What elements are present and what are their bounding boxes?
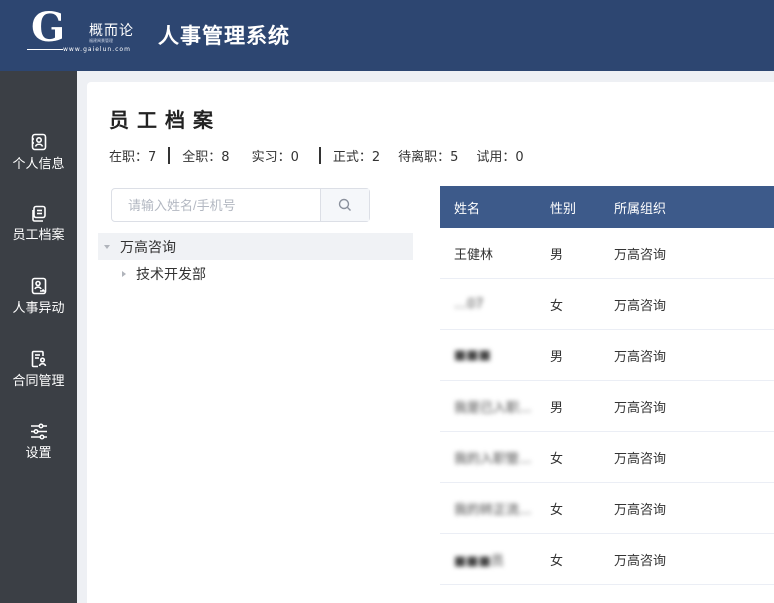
column-header-name[interactable]: 姓名	[440, 198, 550, 217]
logo-letter: G	[31, 4, 65, 51]
table-row[interactable]: 我是已入职... 男 万高咨询	[440, 381, 774, 432]
employee-organization: 万高咨询	[614, 502, 667, 518]
caret-down-icon[interactable]	[98, 242, 118, 252]
table-row[interactable]: ■■■员 女 万高咨询	[440, 534, 774, 585]
table-header: 姓名 性别 所属组织	[440, 186, 774, 228]
employee-organization: 万高咨询	[614, 451, 667, 467]
employee-name[interactable]: ■■■	[440, 348, 550, 363]
employee-name[interactable]: 王健林	[440, 244, 550, 263]
column-header-organization[interactable]: 所属组织	[614, 198, 774, 217]
employee-name[interactable]: ■■■员	[440, 550, 550, 569]
page-title: 员工档案	[109, 108, 221, 132]
search-icon	[338, 198, 352, 211]
table-row[interactable]: 王健林 男 万高咨询	[440, 228, 774, 279]
employee-gender: 女	[550, 502, 564, 518]
employee-organization: 万高咨询	[614, 400, 667, 416]
stat-regular[interactable]: 正式：2	[333, 146, 380, 165]
employee-table: 姓名 性别 所属组织 王健林 男 万高咨询 …07 女 万高咨询 ■■■ 男 万…	[440, 186, 774, 585]
search-input[interactable]	[112, 189, 321, 221]
logo-slogan: 福建闽景管理	[89, 38, 113, 43]
file-stack-icon	[31, 205, 46, 222]
sidebar-item-contract-management[interactable]: 合同管理	[0, 350, 77, 410]
company-logo[interactable]: G 概而论 福建闽景管理 www.gaielun.com	[27, 6, 147, 62]
employee-gender: 男	[550, 349, 564, 365]
employee-name[interactable]: 我的转正流...	[440, 499, 550, 518]
sidebar: 个人信息 员工档案 人事异动 合同管理 设置	[0, 71, 77, 603]
sidebar-item-personnel-changes[interactable]: 人事异动	[0, 277, 77, 337]
employee-name[interactable]: 我的入职管...	[440, 448, 550, 467]
stat-probation[interactable]: 试用：0	[476, 146, 523, 165]
contract-icon	[31, 350, 46, 368]
table-row[interactable]: 我的转正流... 女 万高咨询	[440, 483, 774, 534]
tree-node-label: 万高咨询	[120, 239, 176, 256]
stats-divider	[318, 147, 321, 164]
employee-gender: 男	[550, 400, 564, 416]
employee-organization: 万高咨询	[614, 247, 667, 263]
table-row[interactable]: 我的入职管... 女 万高咨询	[440, 432, 774, 483]
employee-gender: 女	[550, 451, 564, 467]
employee-stats: 在职：7 全职：8 实习：0 正式：2 待离职：5 试用：0	[109, 146, 524, 165]
stats-divider	[168, 147, 171, 164]
stat-in-service[interactable]: 在职：7	[109, 146, 156, 165]
column-header-gender[interactable]: 性别	[550, 198, 614, 217]
sidebar-item-label: 人事异动	[12, 301, 65, 316]
system-title: 人事管理系统	[158, 24, 290, 48]
tree-node-label: 技术开发部	[136, 267, 206, 283]
logo-divider	[27, 49, 63, 50]
search-box	[111, 188, 370, 222]
tree-node-company[interactable]: 万高咨询	[98, 233, 413, 260]
stat-intern[interactable]: 实习：0	[252, 146, 299, 165]
content-panel: 员工档案 在职：7 全职：8 实习：0 正式：2 待离职：5 试用：0 万高咨询…	[87, 82, 774, 603]
caret-right-icon[interactable]	[98, 269, 134, 279]
employee-organization: 万高咨询	[614, 349, 667, 365]
employee-organization: 万高咨询	[614, 298, 667, 314]
search-button[interactable]	[320, 189, 369, 221]
person-card-icon	[31, 133, 46, 151]
tree-node-department[interactable]: 技术开发部	[98, 262, 413, 286]
employee-gender: 男	[550, 247, 564, 263]
employee-organization: 万高咨询	[614, 553, 667, 569]
stat-full-time[interactable]: 全职：8	[182, 146, 229, 165]
employee-name[interactable]: …07	[440, 297, 550, 312]
sidebar-item-personal-info[interactable]: 个人信息	[0, 133, 77, 193]
sidebar-item-employee-files[interactable]: 员工档案	[0, 205, 77, 265]
logo-url: www.gaielun.com	[63, 46, 131, 53]
table-row[interactable]: ■■■ 男 万高咨询	[440, 330, 774, 381]
table-row[interactable]: …07 女 万高咨询	[440, 279, 774, 330]
sidebar-item-settings[interactable]: 设置	[0, 423, 77, 483]
logo-chinese-name: 概而论	[89, 23, 134, 39]
employee-gender: 女	[550, 298, 564, 314]
sidebar-item-label: 个人信息	[12, 157, 65, 172]
employee-name[interactable]: 我是已入职...	[440, 397, 550, 416]
employee-gender: 女	[550, 553, 564, 569]
sidebar-item-label: 设置	[25, 446, 52, 461]
sidebar-item-label: 员工档案	[12, 228, 65, 243]
stat-pending-leave[interactable]: 待离职：5	[398, 146, 458, 165]
top-bar: G 概而论 福建闽景管理 www.gaielun.com 人事管理系统	[0, 0, 774, 71]
sidebar-item-label: 合同管理	[12, 374, 65, 389]
person-transfer-icon	[31, 277, 46, 295]
sliders-icon	[30, 423, 47, 440]
